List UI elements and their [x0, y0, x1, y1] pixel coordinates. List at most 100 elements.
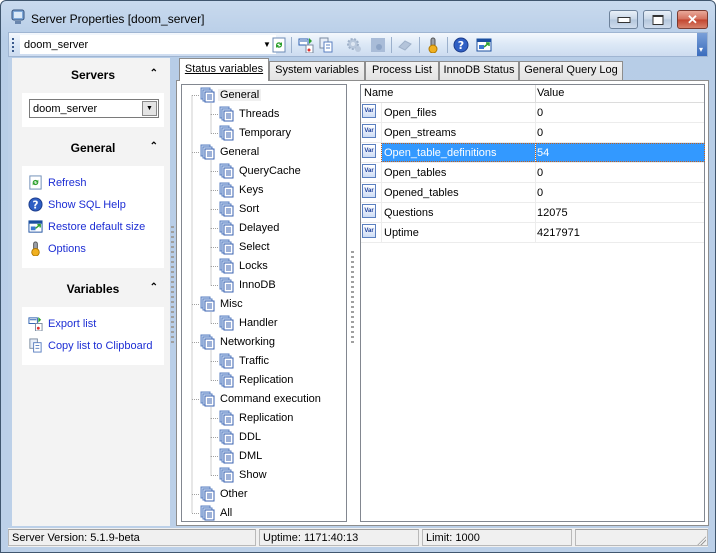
servers-section-header[interactable]: Servers ⌃: [22, 58, 164, 93]
sidebar-item-copy-list-to-clipboard[interactable]: Copy list to Clipboard: [22, 335, 164, 357]
close-button[interactable]: ✕: [677, 10, 708, 29]
cell-value[interactable]: 0: [535, 103, 705, 122]
left-splitter[interactable]: [171, 226, 174, 346]
status-server-version-text: Server Version: 5.1.9-beta: [12, 532, 140, 544]
table-row[interactable]: Var Uptime 4217971: [361, 223, 704, 243]
server-monitor-icon: [11, 9, 25, 24]
table-row[interactable]: Var Opened_tables 0: [361, 183, 704, 203]
table-row[interactable]: Var Open_tables 0: [361, 163, 704, 183]
tree-category[interactable]: General: [182, 143, 344, 162]
cell-value[interactable]: 4217971: [535, 223, 705, 242]
variable-icon: Var: [362, 104, 376, 118]
sidebar-item-show-sql-help[interactable]: ? Show SQL Help: [22, 194, 164, 216]
general-section-header[interactable]: General ⌃: [22, 131, 164, 166]
servers-select[interactable]: doom_server ▼: [29, 99, 159, 118]
tree-category[interactable]: Networking: [182, 333, 344, 352]
tree-category[interactable]: Misc: [182, 295, 344, 314]
tree-subcategory[interactable]: QueryCache: [182, 162, 344, 181]
tab-innodb-status[interactable]: InnoDB Status: [439, 61, 519, 80]
title-bar[interactable]: Server Properties [doom_server] ✕: [1, 1, 715, 31]
tree-node-label: Select: [239, 241, 270, 253]
tab-process-list[interactable]: Process List: [365, 61, 439, 80]
tree-subcategory[interactable]: Select: [182, 238, 344, 257]
tree-subcategory[interactable]: Delayed: [182, 219, 344, 238]
collapse-icon[interactable]: ⌃: [150, 68, 158, 79]
cell-value[interactable]: 54: [535, 143, 705, 162]
help-icon[interactable]: ?: [453, 37, 469, 53]
maximize-button[interactable]: [643, 10, 672, 29]
variables-grid[interactable]: Name Value Var Open_files 0 Var Open_streams…: [360, 84, 705, 522]
tree-subcategory[interactable]: DDL: [182, 428, 344, 447]
column-header-value[interactable]: Value: [537, 87, 564, 99]
tree-subcategory[interactable]: DML: [182, 447, 344, 466]
cell-name[interactable]: Opened_tables: [381, 183, 536, 202]
sidebar-item-export-list[interactable]: Export list: [22, 313, 164, 335]
cell-value[interactable]: 0: [535, 123, 705, 142]
tree-subcategory[interactable]: Keys: [182, 181, 344, 200]
table-row[interactable]: Var Questions 12075: [361, 203, 704, 223]
cell-name[interactable]: Open_streams: [381, 123, 536, 142]
sidebar-item-options[interactable]: Options: [22, 238, 164, 260]
server-combo[interactable]: doom_server ▼: [20, 35, 276, 54]
cell-name[interactable]: Questions: [381, 203, 536, 222]
tree-subcategory[interactable]: Replication: [182, 409, 344, 428]
variables-section-header[interactable]: Variables ⌃: [22, 272, 164, 307]
category-tree[interactable]: General Threads Temporary General QueryCache…: [181, 84, 347, 522]
tree-subcategory[interactable]: Show: [182, 466, 344, 485]
cell-name[interactable]: Open_table_definitions: [381, 143, 536, 162]
resize-grip[interactable]: [696, 535, 706, 545]
tree-subcategory[interactable]: Locks: [182, 257, 344, 276]
tab-status-variables[interactable]: Status variables: [179, 58, 269, 81]
tree-subcategory[interactable]: Temporary: [182, 124, 344, 143]
collapse-icon[interactable]: ⌃: [150, 141, 158, 152]
table-row[interactable]: Var Open_streams 0: [361, 123, 704, 143]
tree-node-label: DDL: [239, 431, 262, 443]
tree-node-label: Keys: [239, 184, 264, 196]
tree-node-label: Replication: [239, 412, 294, 424]
cell-value[interactable]: 0: [535, 183, 705, 202]
tree-node-label: DML: [239, 450, 263, 462]
export-icon[interactable]: [298, 37, 314, 53]
sidebar-item-restore-default-size[interactable]: Restore default size: [22, 216, 164, 238]
column-divider[interactable]: [535, 85, 536, 102]
tree-grid-splitter[interactable]: [351, 251, 354, 346]
tree-subcategory[interactable]: Handler: [182, 314, 344, 333]
options-icon[interactable]: [425, 37, 441, 53]
collapse-icon[interactable]: ⌃: [150, 282, 158, 293]
tab-system-variables[interactable]: System variables: [269, 61, 365, 80]
copy-icon[interactable]: [318, 37, 334, 53]
tree-category[interactable]: Command execution: [182, 390, 344, 409]
cell-name[interactable]: Open_files: [381, 103, 536, 122]
cell-name[interactable]: Open_tables: [381, 163, 536, 182]
toolbar-overflow-button[interactable]: ▾: [697, 33, 707, 56]
tree-subcategory[interactable]: InnoDB: [182, 276, 344, 295]
tree-category[interactable]: General: [182, 86, 344, 105]
cell-name[interactable]: Uptime: [381, 223, 536, 242]
table-row[interactable]: Var Open_table_definitions 54: [361, 143, 705, 163]
folder-list-icon: [219, 429, 235, 445]
cell-value[interactable]: 12075: [535, 203, 705, 222]
folder-list-icon: [219, 372, 235, 388]
column-header-name[interactable]: Name: [364, 87, 393, 99]
tree-subcategory[interactable]: Threads: [182, 105, 344, 124]
sidebar-item-refresh[interactable]: Refresh: [22, 172, 164, 194]
folder-list-icon: [200, 87, 216, 103]
tree-node-label: Replication: [239, 374, 294, 386]
minimize-button[interactable]: [609, 10, 638, 29]
toolbar-separator: [419, 37, 420, 53]
restore-size-icon[interactable]: [476, 37, 492, 53]
table-row[interactable]: Var Open_files 0: [361, 103, 704, 123]
toolbar-separator: [447, 37, 448, 53]
tree-node-label: Command execution: [220, 393, 321, 405]
tab-general-query-log[interactable]: General Query Log: [519, 61, 623, 80]
tree-subcategory[interactable]: Traffic: [182, 352, 344, 371]
tree-subcategory[interactable]: Sort: [182, 200, 344, 219]
chevron-down-icon[interactable]: ▼: [142, 101, 157, 116]
tree-category[interactable]: Other: [182, 485, 344, 504]
cell-value[interactable]: 0: [535, 163, 705, 182]
tree-category[interactable]: All: [182, 504, 344, 523]
toolbar-grip[interactable]: [12, 38, 14, 52]
refresh-icon[interactable]: [271, 37, 287, 53]
variable-name: Questions: [384, 207, 434, 219]
tree-subcategory[interactable]: Replication: [182, 371, 344, 390]
